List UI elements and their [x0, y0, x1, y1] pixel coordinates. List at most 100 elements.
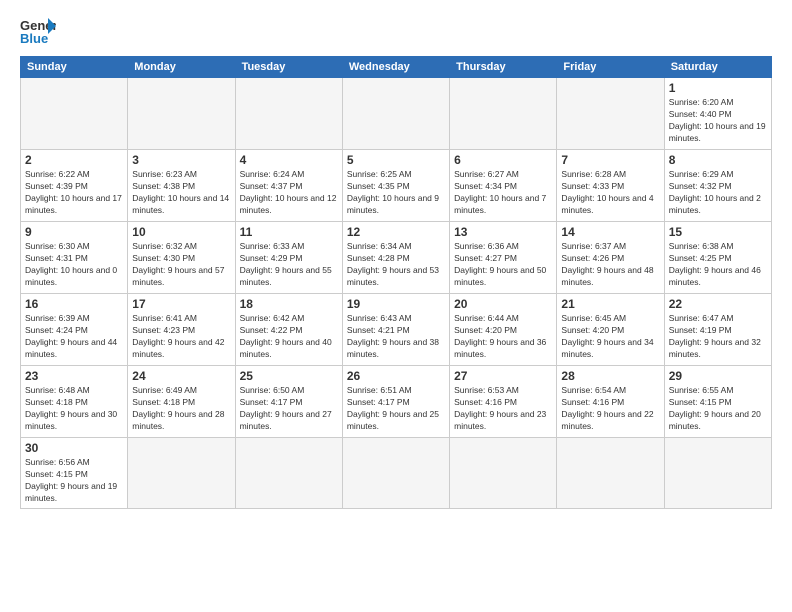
- calendar-cell: 16 Sunrise: 6:39 AM Sunset: 4:24 PM Dayli…: [21, 294, 128, 366]
- day-info: Sunrise: 6:20 AM Sunset: 4:40 PM Dayligh…: [669, 97, 767, 145]
- weekday-header-friday: Friday: [557, 57, 664, 78]
- day-info: Sunrise: 6:22 AM Sunset: 4:39 PM Dayligh…: [25, 169, 123, 217]
- calendar-cell: 2 Sunrise: 6:22 AM Sunset: 4:39 PM Daylig…: [21, 150, 128, 222]
- weekday-header-saturday: Saturday: [664, 57, 771, 78]
- calendar-cell: 30 Sunrise: 6:56 AM Sunset: 4:15 PM Dayli…: [21, 438, 128, 509]
- day-info: Sunrise: 6:53 AM Sunset: 4:16 PM Dayligh…: [454, 385, 552, 433]
- day-number: 4: [240, 153, 338, 167]
- calendar-cell: 15 Sunrise: 6:38 AM Sunset: 4:25 PM Dayli…: [664, 222, 771, 294]
- day-info: Sunrise: 6:33 AM Sunset: 4:29 PM Dayligh…: [240, 241, 338, 289]
- calendar-week-row: 9 Sunrise: 6:30 AM Sunset: 4:31 PM Daylig…: [21, 222, 772, 294]
- day-info: Sunrise: 6:25 AM Sunset: 4:35 PM Dayligh…: [347, 169, 445, 217]
- generalblue-logo-icon: General Blue: [20, 16, 56, 46]
- day-number: 2: [25, 153, 123, 167]
- day-info: Sunrise: 6:29 AM Sunset: 4:32 PM Dayligh…: [669, 169, 767, 217]
- calendar-week-row: 30 Sunrise: 6:56 AM Sunset: 4:15 PM Dayli…: [21, 438, 772, 509]
- calendar-cell: 24Sunrise: 6:49 AM Sunset: 4:18 PM Dayli…: [128, 366, 235, 438]
- calendar-cell: [21, 78, 128, 150]
- day-info: Sunrise: 6:47 AM Sunset: 4:19 PM Dayligh…: [669, 313, 767, 361]
- calendar-cell: [557, 438, 664, 509]
- calendar-cell: 17 Sunrise: 6:41 AM Sunset: 4:23 PM Dayli…: [128, 294, 235, 366]
- weekday-header-wednesday: Wednesday: [342, 57, 449, 78]
- day-number: 15: [669, 225, 767, 239]
- logo: General Blue: [20, 16, 56, 46]
- day-info: Sunrise: 6:34 AM Sunset: 4:28 PM Dayligh…: [347, 241, 445, 289]
- day-info: Sunrise: 6:30 AM Sunset: 4:31 PM Dayligh…: [25, 241, 123, 289]
- day-info: Sunrise: 6:44 AM Sunset: 4:20 PM Dayligh…: [454, 313, 552, 361]
- day-number: 11: [240, 225, 338, 239]
- calendar-cell: [235, 78, 342, 150]
- weekday-header-thursday: Thursday: [450, 57, 557, 78]
- day-number: 5: [347, 153, 445, 167]
- day-number: 18: [240, 297, 338, 311]
- calendar-cell: 19Sunrise: 6:43 AM Sunset: 4:21 PM Dayli…: [342, 294, 449, 366]
- day-info: Sunrise: 6:45 AM Sunset: 4:20 PM Dayligh…: [561, 313, 659, 361]
- page: General Blue SundayMondayTuesdayWednesda…: [0, 0, 792, 612]
- day-number: 25: [240, 369, 338, 383]
- day-number: 28: [561, 369, 659, 383]
- day-info: Sunrise: 6:56 AM Sunset: 4:15 PM Dayligh…: [25, 457, 123, 505]
- day-info: Sunrise: 6:23 AM Sunset: 4:38 PM Dayligh…: [132, 169, 230, 217]
- calendar-cell: 12Sunrise: 6:34 AM Sunset: 4:28 PM Dayli…: [342, 222, 449, 294]
- svg-text:Blue: Blue: [20, 31, 48, 46]
- calendar-cell: 23 Sunrise: 6:48 AM Sunset: 4:18 PM Dayli…: [21, 366, 128, 438]
- calendar-cell: 20 Sunrise: 6:44 AM Sunset: 4:20 PM Dayli…: [450, 294, 557, 366]
- calendar-cell: [557, 78, 664, 150]
- weekday-header-monday: Monday: [128, 57, 235, 78]
- day-info: Sunrise: 6:54 AM Sunset: 4:16 PM Dayligh…: [561, 385, 659, 433]
- day-info: Sunrise: 6:49 AM Sunset: 4:18 PM Dayligh…: [132, 385, 230, 433]
- calendar-cell: 3Sunrise: 6:23 AM Sunset: 4:38 PM Daylig…: [128, 150, 235, 222]
- day-number: 20: [454, 297, 552, 311]
- calendar-cell: 18Sunrise: 6:42 AM Sunset: 4:22 PM Dayli…: [235, 294, 342, 366]
- calendar-cell: [128, 438, 235, 509]
- header: General Blue: [20, 16, 772, 46]
- day-number: 22: [669, 297, 767, 311]
- weekday-header-tuesday: Tuesday: [235, 57, 342, 78]
- day-info: Sunrise: 6:51 AM Sunset: 4:17 PM Dayligh…: [347, 385, 445, 433]
- day-number: 26: [347, 369, 445, 383]
- day-number: 10: [132, 225, 230, 239]
- calendar-cell: 7 Sunrise: 6:28 AM Sunset: 4:33 PM Daylig…: [557, 150, 664, 222]
- calendar-cell: 5 Sunrise: 6:25 AM Sunset: 4:35 PM Daylig…: [342, 150, 449, 222]
- calendar-cell: 8 Sunrise: 6:29 AM Sunset: 4:32 PM Daylig…: [664, 150, 771, 222]
- day-number: 9: [25, 225, 123, 239]
- calendar-cell: [450, 78, 557, 150]
- day-info: Sunrise: 6:38 AM Sunset: 4:25 PM Dayligh…: [669, 241, 767, 289]
- day-info: Sunrise: 6:37 AM Sunset: 4:26 PM Dayligh…: [561, 241, 659, 289]
- day-number: 23: [25, 369, 123, 383]
- weekday-header-sunday: Sunday: [21, 57, 128, 78]
- day-number: 14: [561, 225, 659, 239]
- calendar-cell: [342, 438, 449, 509]
- calendar-cell: 28 Sunrise: 6:54 AM Sunset: 4:16 PM Dayli…: [557, 366, 664, 438]
- calendar-cell: 25Sunrise: 6:50 AM Sunset: 4:17 PM Dayli…: [235, 366, 342, 438]
- day-info: Sunrise: 6:28 AM Sunset: 4:33 PM Dayligh…: [561, 169, 659, 217]
- calendar-week-row: 2 Sunrise: 6:22 AM Sunset: 4:39 PM Daylig…: [21, 150, 772, 222]
- day-number: 1: [669, 81, 767, 95]
- day-number: 29: [669, 369, 767, 383]
- calendar-cell: 11 Sunrise: 6:33 AM Sunset: 4:29 PM Dayli…: [235, 222, 342, 294]
- day-number: 19: [347, 297, 445, 311]
- calendar-cell: 10Sunrise: 6:32 AM Sunset: 4:30 PM Dayli…: [128, 222, 235, 294]
- day-info: Sunrise: 6:41 AM Sunset: 4:23 PM Dayligh…: [132, 313, 230, 361]
- calendar-cell: 6Sunrise: 6:27 AM Sunset: 4:34 PM Daylig…: [450, 150, 557, 222]
- day-info: Sunrise: 6:36 AM Sunset: 4:27 PM Dayligh…: [454, 241, 552, 289]
- day-number: 8: [669, 153, 767, 167]
- calendar-cell: [235, 438, 342, 509]
- calendar-cell: 21Sunrise: 6:45 AM Sunset: 4:20 PM Dayli…: [557, 294, 664, 366]
- day-number: 17: [132, 297, 230, 311]
- calendar-cell: [128, 78, 235, 150]
- weekday-header-row: SundayMondayTuesdayWednesdayThursdayFrid…: [21, 57, 772, 78]
- day-info: Sunrise: 6:24 AM Sunset: 4:37 PM Dayligh…: [240, 169, 338, 217]
- day-number: 16: [25, 297, 123, 311]
- day-number: 27: [454, 369, 552, 383]
- calendar-cell: [342, 78, 449, 150]
- day-number: 7: [561, 153, 659, 167]
- calendar-cell: 29Sunrise: 6:55 AM Sunset: 4:15 PM Dayli…: [664, 366, 771, 438]
- day-info: Sunrise: 6:39 AM Sunset: 4:24 PM Dayligh…: [25, 313, 123, 361]
- day-number: 30: [25, 441, 123, 455]
- calendar-cell: 26 Sunrise: 6:51 AM Sunset: 4:17 PM Dayli…: [342, 366, 449, 438]
- calendar-week-row: 16 Sunrise: 6:39 AM Sunset: 4:24 PM Dayli…: [21, 294, 772, 366]
- day-number: 6: [454, 153, 552, 167]
- day-info: Sunrise: 6:48 AM Sunset: 4:18 PM Dayligh…: [25, 385, 123, 433]
- calendar-week-row: 1 Sunrise: 6:20 AM Sunset: 4:40 PM Daylig…: [21, 78, 772, 150]
